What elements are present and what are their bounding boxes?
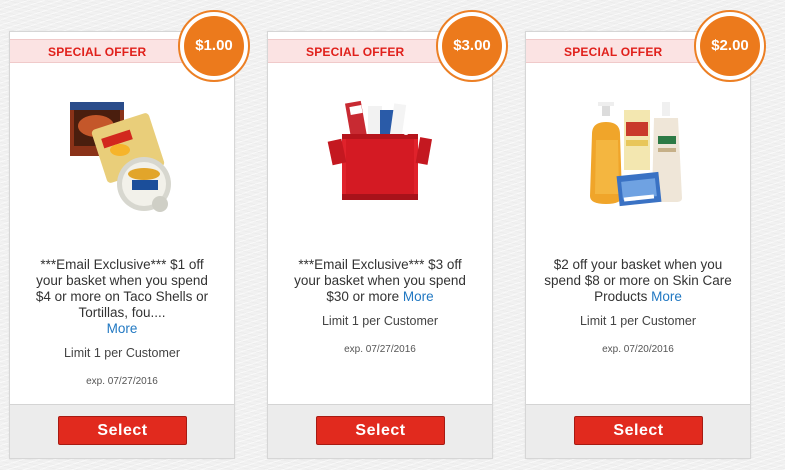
coupon-card: SPECIAL OFFER $2.00 $2 off your basket w… bbox=[525, 10, 766, 459]
limit-text: Limit 1 per Customer bbox=[63, 346, 180, 360]
select-button[interactable]: Select bbox=[316, 416, 445, 445]
limit-text: Limit 1 per Customer bbox=[579, 314, 696, 328]
coupon-description: ***Email Exclusive*** $3 off your basket… bbox=[286, 257, 474, 305]
expiry-date: exp. 07/27/2016 bbox=[86, 376, 158, 387]
card-footer: Select bbox=[268, 404, 492, 458]
coupon-description: ***Email Exclusive*** $1 off your basket… bbox=[28, 257, 216, 337]
coupon-card: SPECIAL OFFER $1.00 ***Email Exclusive**… bbox=[9, 10, 250, 459]
coupon-description: $2 off your basket when you spend $8 or … bbox=[544, 257, 732, 305]
special-offer-label: SPECIAL OFFER bbox=[564, 45, 663, 59]
description-text: $2 off your basket when you spend $8 or … bbox=[544, 257, 732, 304]
expiry-date: exp. 07/20/2016 bbox=[602, 344, 674, 355]
expiry-date: exp. 07/27/2016 bbox=[344, 344, 416, 355]
select-button[interactable]: Select bbox=[574, 416, 703, 445]
card-footer: Select bbox=[526, 404, 750, 458]
coupon-card: SPECIAL OFFER $3.00 ***Email Exclusive**… bbox=[267, 10, 508, 459]
red-cooler-bag-image bbox=[327, 100, 432, 200]
description-text: ***Email Exclusive*** $3 off your basket… bbox=[294, 257, 466, 304]
special-offer-label: SPECIAL OFFER bbox=[306, 45, 405, 59]
coupon-value: $1.00 bbox=[184, 16, 244, 76]
description-text: ***Email Exclusive*** $1 off your basket… bbox=[35, 257, 209, 320]
card-footer: Select bbox=[10, 404, 234, 458]
coupon-value-badge: $3.00 bbox=[436, 10, 508, 82]
limit-text: Limit 1 per Customer bbox=[321, 314, 438, 328]
coupon-value-badge: $2.00 bbox=[694, 10, 766, 82]
more-link[interactable]: More bbox=[651, 289, 682, 304]
skin-care-products-image bbox=[590, 102, 682, 207]
more-link[interactable]: More bbox=[403, 289, 434, 304]
coupon-value: $3.00 bbox=[442, 16, 502, 76]
coupon-value: $2.00 bbox=[700, 16, 760, 76]
more-link[interactable]: More bbox=[107, 321, 138, 336]
taco-shells-tortillas-image bbox=[70, 102, 171, 212]
special-offer-label: SPECIAL OFFER bbox=[48, 45, 147, 59]
coupon-value-badge: $1.00 bbox=[178, 10, 250, 82]
select-button[interactable]: Select bbox=[58, 416, 187, 445]
